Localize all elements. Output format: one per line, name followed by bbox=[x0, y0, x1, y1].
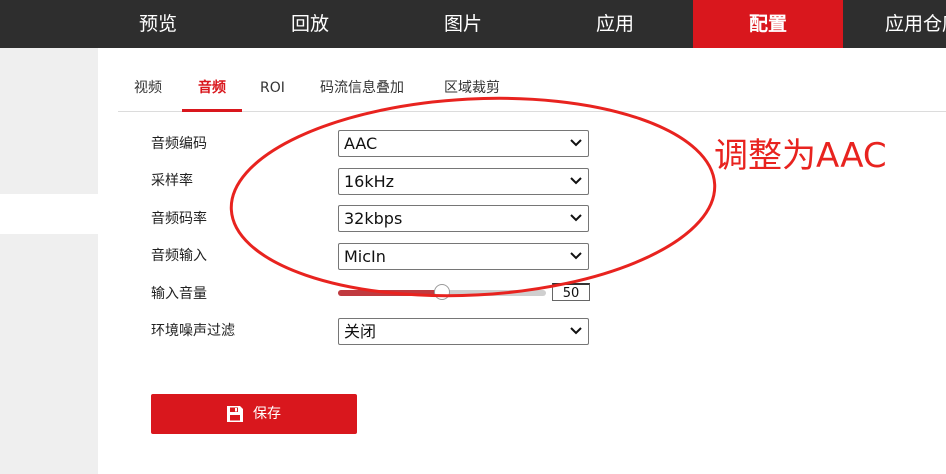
audio-bitrate-value: 32kbps bbox=[344, 209, 403, 228]
active-tab-indicator bbox=[182, 109, 242, 112]
chevron-down-icon bbox=[570, 252, 582, 260]
nav-preview[interactable]: 预览 bbox=[84, 0, 232, 48]
top-nav: 预览 回放 图片 应用 配置 应用仓库 bbox=[0, 0, 946, 48]
sample-rate-label: 采样率 bbox=[151, 173, 193, 189]
sidebar-selected-item[interactable] bbox=[0, 194, 98, 234]
nav-configuration[interactable]: 配置 bbox=[693, 0, 843, 48]
annotation-ellipse bbox=[229, 96, 717, 298]
chevron-down-icon bbox=[570, 139, 582, 147]
audio-encoding-select[interactable]: AAC bbox=[338, 130, 589, 157]
input-volume-handle[interactable] bbox=[434, 284, 450, 300]
nav-application[interactable]: 应用 bbox=[541, 0, 689, 48]
input-volume-fill bbox=[338, 290, 442, 296]
audio-input-select[interactable]: MicIn bbox=[338, 243, 589, 270]
annotation-text: 调整为AAC bbox=[714, 136, 887, 176]
sidebar-panel bbox=[0, 48, 98, 194]
audio-input-value: MicIn bbox=[344, 247, 386, 266]
floppy-disk-icon bbox=[227, 406, 243, 422]
sidebar-panel-lower bbox=[0, 234, 98, 474]
nav-picture[interactable]: 图片 bbox=[389, 0, 537, 48]
nav-app-store[interactable]: 应用仓库 bbox=[861, 0, 946, 48]
noise-filter-label: 环境噪声过滤 bbox=[151, 323, 235, 339]
save-button[interactable]: 保存 bbox=[151, 394, 357, 434]
tab-video[interactable]: 视频 bbox=[134, 78, 162, 98]
input-volume-value[interactable]: 50 bbox=[552, 283, 590, 301]
noise-filter-select[interactable]: 关闭 bbox=[338, 318, 589, 345]
tab-region-crop[interactable]: 区域裁剪 bbox=[444, 78, 500, 98]
sample-rate-select[interactable]: 16kHz bbox=[338, 168, 589, 195]
audio-encoding-value: AAC bbox=[344, 134, 378, 153]
tab-stream-info-overlay[interactable]: 码流信息叠加 bbox=[320, 78, 404, 98]
input-volume-label: 输入音量 bbox=[151, 286, 207, 302]
audio-input-label: 音频输入 bbox=[151, 248, 207, 264]
tabs-divider bbox=[118, 111, 946, 112]
tab-roi[interactable]: ROI bbox=[260, 78, 285, 98]
chevron-down-icon bbox=[570, 214, 582, 222]
sample-rate-value: 16kHz bbox=[344, 172, 395, 191]
nav-playback[interactable]: 回放 bbox=[236, 0, 384, 48]
noise-filter-value: 关闭 bbox=[344, 322, 377, 341]
tab-audio[interactable]: 音频 bbox=[198, 78, 226, 98]
chevron-down-icon bbox=[570, 177, 582, 185]
chevron-down-icon bbox=[570, 327, 582, 335]
audio-encoding-label: 音频编码 bbox=[151, 136, 207, 152]
audio-bitrate-select[interactable]: 32kbps bbox=[338, 205, 589, 232]
save-button-label: 保存 bbox=[253, 406, 281, 422]
audio-bitrate-label: 音频码率 bbox=[151, 211, 207, 227]
